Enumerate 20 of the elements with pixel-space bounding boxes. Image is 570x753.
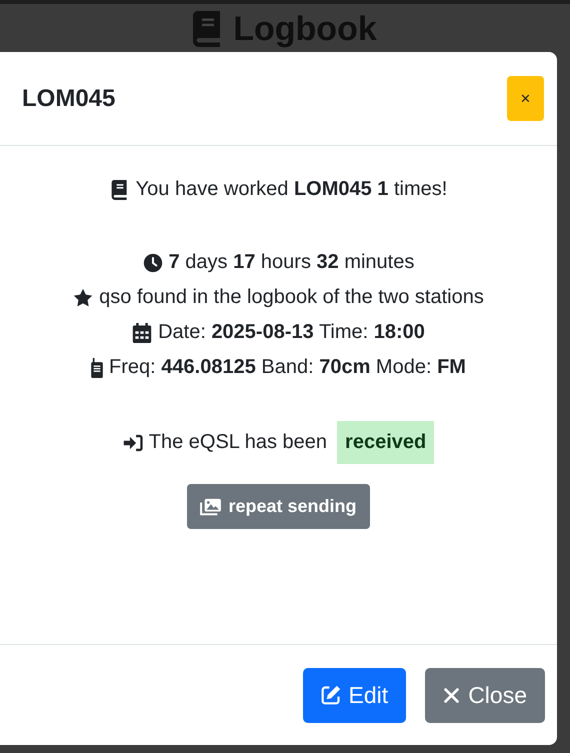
images-icon (200, 498, 222, 516)
summary-text: You have worked LOM045 1 times! (136, 177, 448, 202)
sign-in-icon (122, 432, 143, 452)
modal-title: LOM045 (22, 84, 116, 112)
eqsl-text: The eQSL has been (148, 430, 328, 455)
detail-text: qso found in the logbook of the two stations (99, 285, 484, 310)
edit-icon (320, 685, 341, 705)
edit-button[interactable]: Edit (302, 668, 406, 722)
close-button[interactable]: × (507, 76, 544, 121)
detail-text: Freq: 446.08125 Band: 70cm Mode: FM (109, 355, 466, 380)
calendar-icon (132, 322, 152, 342)
status-badge: received (337, 421, 434, 464)
detail-text: Date: 2025-08-13 Time: 18:00 (158, 320, 425, 345)
clock-icon (142, 252, 163, 272)
close-dialog-button[interactable]: Close (425, 668, 545, 722)
close-icon (443, 686, 460, 704)
star-icon (73, 288, 94, 308)
repeat-sending-button[interactable]: repeat sending (187, 484, 370, 529)
radio-icon (91, 358, 104, 378)
detail-text: 7 days 17 hours 32 minutes (168, 250, 414, 275)
